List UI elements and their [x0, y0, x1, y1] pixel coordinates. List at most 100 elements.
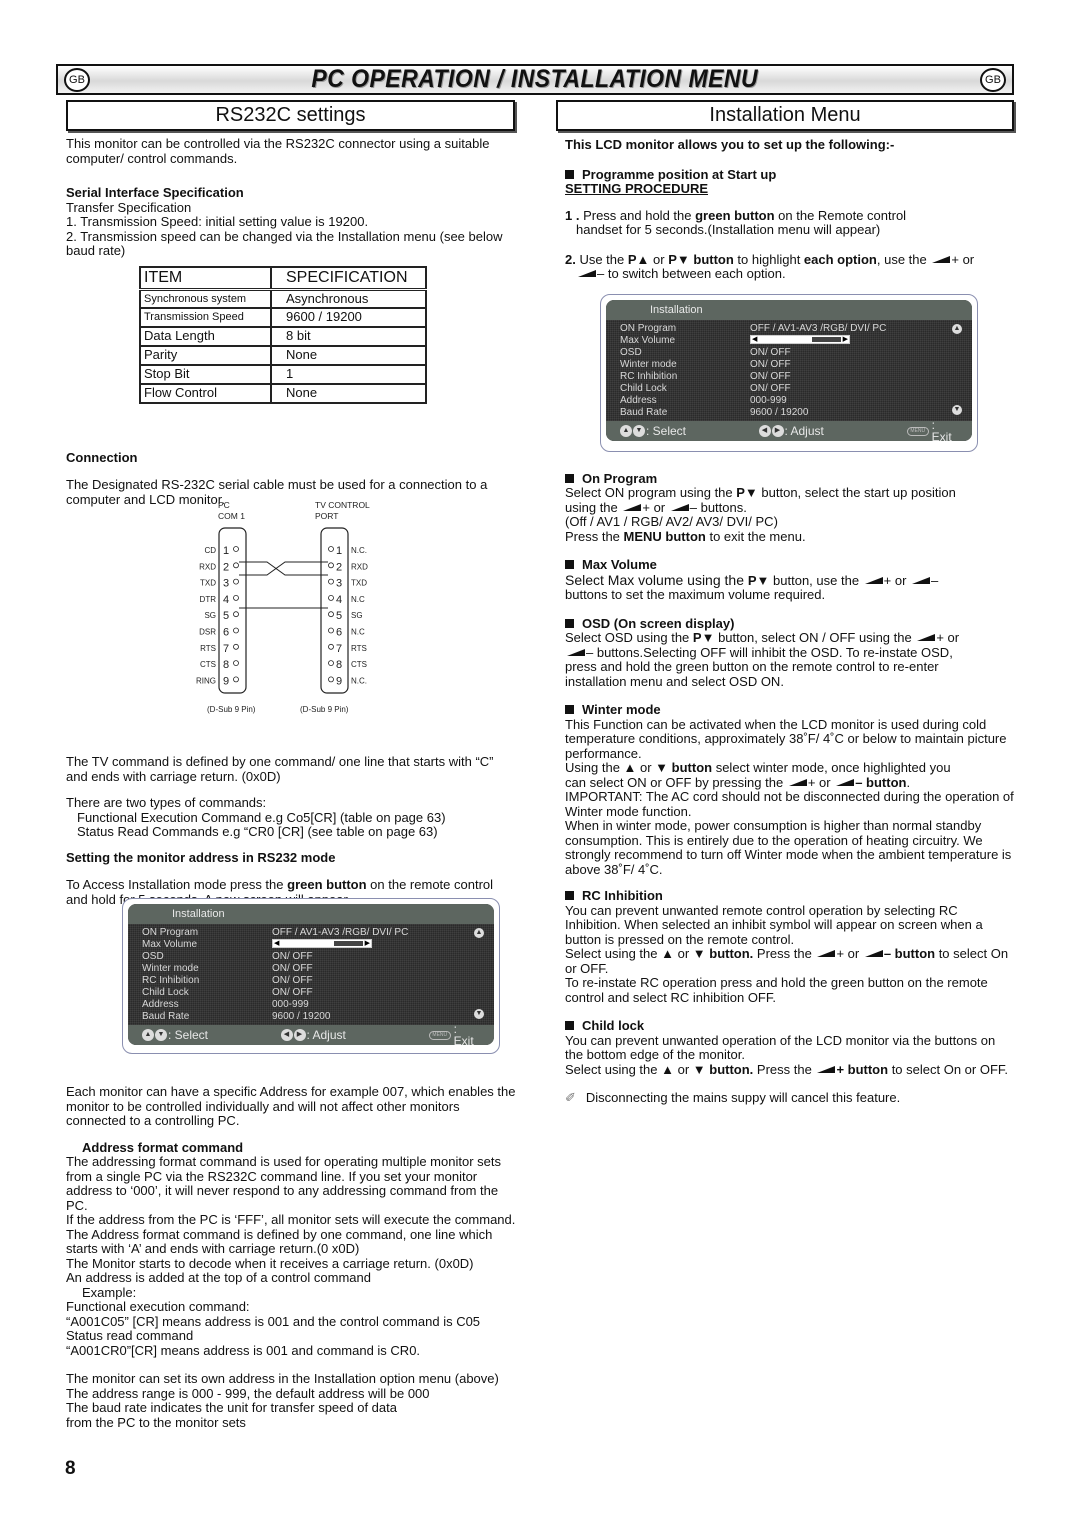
- command-text: The TV command is defined by one command…: [66, 754, 494, 784]
- pc-label: PC: [218, 500, 230, 510]
- format-line: An address is added at the top of a cont…: [66, 1270, 371, 1285]
- volume-icon: [817, 950, 836, 957]
- p-down-button-label: P▼: [747, 572, 770, 588]
- tv-control-label: TV CONTROL: [315, 500, 370, 510]
- p-down-button-label: P▼: [736, 485, 758, 500]
- pc-pin-number: 8: [223, 659, 229, 671]
- tv-pin-signal: TXD: [351, 579, 367, 588]
- pc-pin-number: 4: [223, 594, 229, 606]
- tv-pin-signal: RTS: [351, 644, 367, 653]
- closing-line: from the PC to the monitor sets: [66, 1414, 246, 1430]
- osd-text: installation menu and select OSD ON.: [565, 673, 784, 689]
- banner-title: PC OPERATION / INSTALLATION MENU: [311, 65, 759, 94]
- text: button, select ON / OFF using the: [714, 630, 916, 645]
- winter-text: When in winter mode, power consumption i…: [565, 818, 1012, 877]
- osd-row-label: Address: [142, 999, 179, 1010]
- text: to exit the menu.: [705, 528, 806, 544]
- com1-label: COM 1: [218, 511, 245, 521]
- osd-row-label: Winter mode: [142, 963, 199, 974]
- rs232-intro: This monitor can be controlled via the R…: [66, 136, 490, 166]
- bullet-square-icon: [565, 169, 574, 179]
- table-cell-item: Data Length: [139, 326, 272, 347]
- osd-row-value: OFF / AV1-AV3 /RGB/ DVI/ PC: [272, 927, 409, 938]
- pc-pin-signal: CD: [204, 546, 216, 555]
- osd-menu-row: Child Lock ON/ OFF: [142, 987, 484, 999]
- example-label: Example:: [82, 1284, 137, 1300]
- tv-pin-number: 5: [336, 610, 342, 622]
- rc-inhibition-title-text: RC Inhibition: [582, 888, 663, 903]
- on-program-text: using the + or – buttons.: [565, 499, 1015, 516]
- wire-rxd-txd: [239, 561, 328, 576]
- step-2: 2. Use the P▲ or P▼ button to highlight …: [565, 251, 1015, 268]
- rc-text: Select using the ▲ or ▼ button. Press th…: [565, 946, 1015, 976]
- example-line: Functional execution command:: [66, 1299, 250, 1314]
- serial-line: 1. Transmission Speed: initial setting v…: [66, 214, 369, 229]
- rs232-heading: RS232C settings: [66, 100, 515, 131]
- pc-pin-number: 1: [223, 545, 229, 557]
- bullet-square-icon: [565, 891, 574, 900]
- text: Press the: [753, 1061, 816, 1077]
- table-row: Stop Bit 1: [139, 364, 427, 385]
- tv-pin-hole: [328, 578, 334, 585]
- tv-pin-hole: [328, 627, 334, 634]
- volume-icon: [917, 634, 936, 641]
- command-type: Status Read Commands e.g “CR0 [CR] (see …: [77, 824, 438, 839]
- table-cell-spec: None: [270, 345, 427, 366]
- step-1-text: on the Remote control: [774, 207, 907, 223]
- menu-button-label: MENU button: [623, 528, 706, 544]
- child-lock-title-text: Child lock: [582, 1018, 645, 1033]
- tv-pin-hole: [328, 546, 334, 552]
- gb-badge-right: GB: [980, 68, 1006, 92]
- pc-pin-signal: DSR: [199, 628, 216, 637]
- format-line: If the address from the PC is ‘FFF’, all…: [66, 1212, 516, 1227]
- text: – buttons.: [689, 499, 747, 515]
- wire-txd-rxd: [239, 561, 328, 576]
- port-label: PORT: [315, 511, 338, 521]
- access-text-pre: To Access Installation mode press the: [66, 877, 288, 892]
- pc-pin-signal: RING: [196, 676, 216, 685]
- slider-fill: [333, 941, 363, 946]
- pc-pin-number: 5: [223, 610, 229, 622]
- osd-row-value: 000-999: [272, 999, 309, 1010]
- pc-pin-hole: [233, 660, 239, 667]
- header-specification: SPECIFICATION: [270, 266, 427, 291]
- on-program-title: On Program: [565, 470, 1015, 487]
- osd-row-label: Max Volume: [142, 939, 198, 950]
- osd-row-label: Child Lock: [142, 987, 189, 998]
- tv-pin-number: 7: [336, 643, 342, 655]
- p-up-button-label: P▲: [627, 251, 650, 267]
- child-note: ✐ Disconnecting the mains suppy will canc…: [565, 1090, 1015, 1106]
- step-2-text: or: [649, 251, 669, 267]
- winter-text: IMPORTANT: The AC cord should not be dis…: [565, 789, 1014, 819]
- osd-rows: ON Program OFF / AV1-AV3 /RGB/ DVI/ PC Max…: [128, 924, 494, 1025]
- bullet-square-icon: [565, 473, 574, 483]
- pc-pin-hole: [233, 643, 239, 650]
- winter-text: can select ON or OFF by pressing the + o…: [565, 774, 1015, 791]
- rc-text: To re-instate RC operation press and hol…: [565, 975, 988, 1005]
- setting-procedure-title: SETTING PROCEDURE: [565, 181, 709, 196]
- serial-line: 2. Transmission speed can be changed via…: [66, 228, 503, 258]
- table-row: Parity None: [139, 345, 427, 366]
- step-2-text: to highlight: [733, 251, 804, 267]
- tv-connector-body: [320, 527, 349, 694]
- step-2-bold: each option: [803, 251, 877, 267]
- scroll-down-icon: ▼: [474, 1009, 484, 1019]
- on-program-title-text: On Program: [582, 470, 658, 486]
- spec-table: ITEM SPECIFICATION Synchronous system Asy…: [139, 266, 427, 404]
- osd-row-value: ON/ OFF: [272, 951, 313, 962]
- winter-mode-title-text: Winter mode: [582, 702, 661, 717]
- osd-row-value: ◀ ▶: [272, 939, 484, 951]
- scroll-up-icon: ▲: [474, 928, 484, 938]
- right-footer: (D-Sub 9 Pin): [300, 705, 349, 714]
- installation-menu-heading: Installation Menu: [556, 100, 1014, 131]
- osd-panel: Installation ON Program OFF / AV1-AV3 /RG…: [128, 904, 494, 1045]
- text: Select using the ▲ or ▼: [565, 946, 710, 961]
- text: .: [906, 774, 911, 790]
- osd-adjust-hint: ◀ ▶: Adjust: [280, 1029, 429, 1041]
- text: Select using the ▲ or ▼: [565, 1061, 710, 1077]
- tv-pin-signal: CTS: [351, 660, 367, 669]
- example-line: “A001C05” [CR] means address is 001 and …: [66, 1313, 481, 1329]
- volume-icon: [623, 503, 642, 511]
- text: button, use the: [769, 572, 863, 588]
- volume-icon: [788, 778, 807, 786]
